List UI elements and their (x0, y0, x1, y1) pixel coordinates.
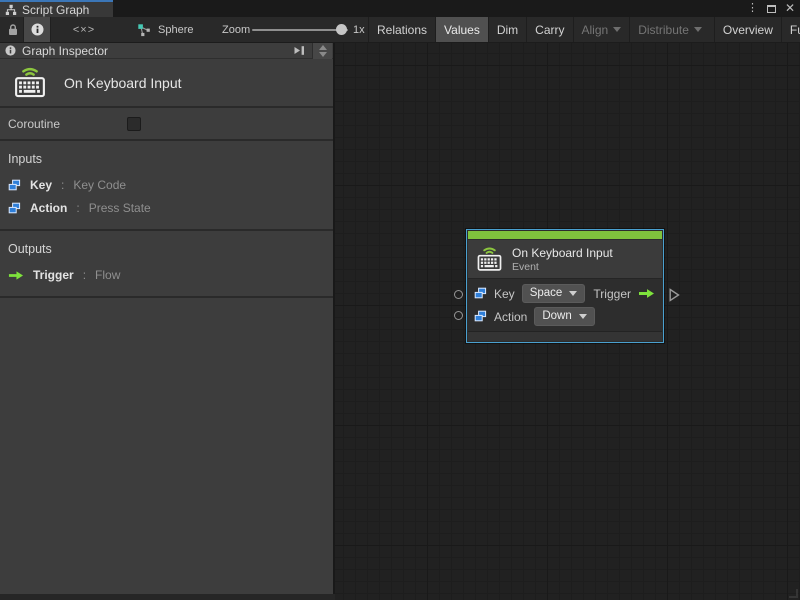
panel-scroll-spinner[interactable] (312, 43, 332, 59)
hierarchy-graph-icon (5, 4, 17, 16)
port-colon: : (76, 201, 80, 215)
graph-toolbar: <×> Sphere Zoom 1x Relations Values Dim … (0, 17, 800, 43)
port-type: Flow (95, 268, 121, 282)
graph-network-icon (137, 23, 151, 37)
caret-down-icon (578, 313, 587, 319)
node-row-key: Key Space Trigger (474, 282, 657, 305)
code-icon: <×> (72, 23, 96, 36)
scroll-down-icon[interactable] (318, 52, 327, 57)
graph-target[interactable]: Sphere (137, 17, 193, 42)
overview-button[interactable]: Overview (713, 17, 781, 42)
node-row-action: Action Down (474, 305, 657, 328)
carry-button[interactable]: Carry (526, 17, 572, 42)
key-value-dropdown[interactable]: Space (521, 284, 586, 303)
info-icon (31, 23, 44, 36)
trigger-port-label: Trigger (593, 286, 631, 301)
values-button[interactable]: Values (435, 17, 488, 42)
port-name: Key (30, 178, 53, 192)
port-colon: : (82, 268, 87, 282)
relations-button[interactable]: Relations (368, 17, 435, 42)
tab-script-graph[interactable]: Script Graph (0, 0, 113, 17)
lock-button[interactable] (5, 17, 21, 42)
resize-grip[interactable] (789, 589, 798, 598)
zoom-label: Zoom (222, 23, 251, 36)
coroutine-label: Coroutine (8, 117, 61, 131)
port-name: Trigger (33, 268, 74, 282)
inspector-toggle-button[interactable] (23, 17, 51, 42)
port-type: Key Code (73, 178, 127, 192)
node-event-accent-bar (468, 231, 662, 239)
coroutine-setting-row: Coroutine (0, 108, 333, 141)
port-colon: : (61, 178, 65, 192)
edit-source-button[interactable]: <×> (62, 17, 106, 42)
port-type: Press State (88, 201, 151, 215)
inputs-section: Inputs Key : Key Code Action: Press Sta… (0, 141, 333, 231)
align-dropdown[interactable]: Align (572, 17, 630, 42)
port-row-key: Key : Key Code (0, 174, 333, 197)
value-port-icon (474, 310, 487, 323)
tab-bar: Script Graph ⋮ ✕ (0, 0, 800, 17)
keyboard-icon (13, 66, 47, 100)
port-row-action: Action : Press State (0, 197, 333, 220)
key-port-label: Key (494, 286, 515, 301)
tab-label: Script Graph (22, 2, 90, 17)
outputs-section: Outputs Trigger : Flow (0, 231, 333, 298)
full-screen-button[interactable]: Full Screen (780, 17, 800, 42)
coroutine-checkbox[interactable] (127, 117, 141, 131)
inspector-header: Graph Inspector (0, 43, 333, 59)
value-port-icon (474, 287, 487, 300)
dim-button[interactable]: Dim (487, 17, 526, 42)
zoom-slider-track (252, 29, 348, 31)
node-header[interactable]: On Keyboard Input Event (468, 240, 662, 279)
value-port-icon (8, 202, 21, 215)
action-value-dropdown[interactable]: Down (534, 307, 595, 326)
flow-arrow-icon (638, 288, 655, 299)
zoom-slider[interactable] (252, 17, 348, 42)
toolbar-buttons: Relations Values Dim Carry Align Distrib… (368, 17, 800, 42)
distribute-dropdown[interactable]: Distribute (629, 17, 710, 42)
inspector-bottom-band (0, 594, 335, 600)
target-name-label: Sphere (158, 23, 194, 36)
node-body: Key Space Trigger Action Down (467, 279, 663, 331)
lock-icon (7, 23, 19, 36)
script-graph-window: Script Graph ⋮ ✕ <×> Sphere Zoom 1x Rela… (0, 0, 800, 600)
inputs-heading: Inputs (8, 152, 43, 166)
trigger-port[interactable]: Trigger (593, 287, 657, 301)
graph-inspector-panel: Graph Inspector On Keyboard Input Corout… (0, 43, 335, 594)
info-icon (5, 45, 16, 56)
window-controls: ⋮ ✕ (747, 0, 795, 17)
outputs-heading: Outputs (8, 242, 52, 256)
value-port-icon (8, 179, 21, 192)
chevron-down-icon (613, 27, 622, 32)
port-name: Action (30, 201, 68, 215)
node-footer (468, 331, 662, 341)
flow-arrow-icon (8, 270, 24, 281)
key-input-port-connector[interactable] (454, 290, 463, 299)
zoom-slider-handle[interactable] (336, 24, 347, 35)
dock-panel-button[interactable] (291, 44, 307, 57)
caret-down-icon (569, 290, 578, 296)
node-subtitle: Event (512, 260, 539, 273)
node-on-keyboard-input[interactable]: On Keyboard Input Event Key Space Trigge… (466, 229, 664, 343)
scroll-up-icon[interactable] (318, 45, 327, 50)
maximize-icon[interactable] (766, 4, 776, 13)
zoom-value: 1x (353, 23, 365, 36)
inspected-unit-header: On Keyboard Input (0, 59, 333, 108)
window-menu-icon[interactable]: ⋮ (747, 0, 758, 17)
keyboard-icon (476, 246, 503, 273)
close-icon[interactable]: ✕ (785, 0, 795, 17)
trigger-output-port-connector[interactable] (669, 288, 680, 302)
inspected-unit-title: On Keyboard Input (64, 74, 182, 91)
node-title: On Keyboard Input (512, 245, 613, 260)
action-port-label: Action (494, 309, 528, 324)
action-input-port-connector[interactable] (454, 311, 463, 320)
chevron-down-icon (693, 27, 702, 32)
inspector-title: Graph Inspector (22, 43, 109, 58)
port-row-trigger: Trigger : Flow (0, 264, 333, 287)
